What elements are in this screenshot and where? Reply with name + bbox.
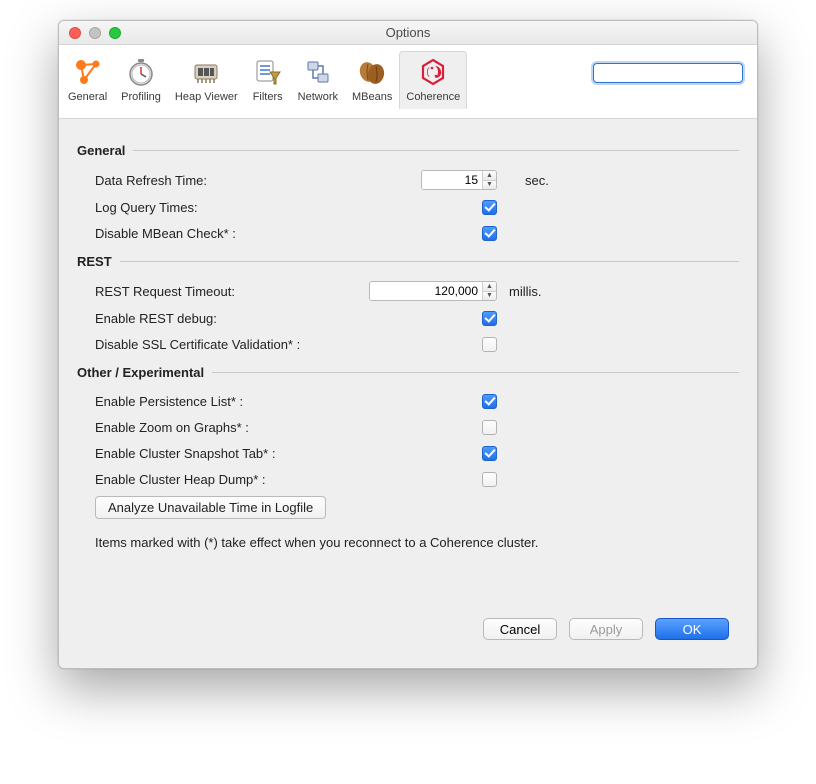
rest-timeout-label: REST Request Timeout: xyxy=(77,284,357,299)
tab-label: Coherence xyxy=(406,91,460,103)
section-title: Other / Experimental xyxy=(77,365,204,380)
tab-label: Filters xyxy=(253,91,283,103)
disable-ssl-label: Disable SSL Certificate Validation* : xyxy=(77,337,357,352)
tab-label: Network xyxy=(298,91,338,103)
window-title: Options xyxy=(59,25,757,40)
spinner-down-icon[interactable]: ▼ xyxy=(483,181,496,190)
tab-mbeans[interactable]: MBeans xyxy=(345,51,399,109)
rest-debug-checkbox[interactable] xyxy=(482,311,497,326)
tab-label: Heap Viewer xyxy=(175,91,238,103)
rest-timeout-spinner[interactable]: ▲ ▼ xyxy=(369,281,497,301)
disable-mbean-checkbox[interactable] xyxy=(482,226,497,241)
search-input[interactable] xyxy=(601,66,756,80)
window-controls xyxy=(59,27,121,39)
minimize-icon[interactable] xyxy=(89,27,101,39)
tab-label: MBeans xyxy=(352,91,392,103)
spinner-down-icon[interactable]: ▼ xyxy=(483,292,496,301)
refresh-time-spinner[interactable]: ▲ ▼ xyxy=(421,170,497,190)
section-other: Other / Experimental xyxy=(77,365,739,380)
refresh-time-unit: sec. xyxy=(497,173,549,188)
filters-icon xyxy=(252,56,284,88)
section-title: REST xyxy=(77,254,112,269)
persistence-checkbox[interactable] xyxy=(482,394,497,409)
tab-profiling[interactable]: Profiling xyxy=(114,51,168,109)
ok-button[interactable]: OK xyxy=(655,618,729,640)
log-query-checkbox[interactable] xyxy=(482,200,497,215)
snapshot-label: Enable Cluster Snapshot Tab* : xyxy=(77,446,357,461)
log-query-label: Log Query Times: xyxy=(77,200,357,215)
section-title: General xyxy=(77,143,125,158)
rest-debug-label: Enable REST debug: xyxy=(77,311,357,326)
heapdump-label: Enable Cluster Heap Dump* : xyxy=(77,472,357,487)
footnote-text: Items marked with (*) take effect when y… xyxy=(77,527,739,550)
spinner-up-icon[interactable]: ▲ xyxy=(483,282,496,292)
search-input-wrapper[interactable] xyxy=(593,63,743,83)
disable-mbean-label: Disable MBean Check* : xyxy=(77,226,357,241)
content-area: General Data Refresh Time: ▲ ▼ sec. Log … xyxy=(59,119,757,668)
close-icon[interactable] xyxy=(69,27,81,39)
stopwatch-icon xyxy=(125,56,157,88)
tab-label: Profiling xyxy=(121,91,161,103)
disable-ssl-checkbox[interactable] xyxy=(482,337,497,352)
apply-button[interactable]: Apply xyxy=(569,618,643,640)
refresh-time-input[interactable] xyxy=(422,171,482,189)
heapdump-checkbox[interactable] xyxy=(482,472,497,487)
memory-chip-icon xyxy=(190,56,222,88)
tab-heap-viewer[interactable]: Heap Viewer xyxy=(168,51,245,109)
dialog-footer: Cancel Apply OK xyxy=(77,550,739,652)
toolbar: General Profiling Heap Viewer Filters xyxy=(59,45,757,119)
tab-network[interactable]: Network xyxy=(291,51,345,109)
tab-label: General xyxy=(68,91,107,103)
cancel-button[interactable]: Cancel xyxy=(483,618,557,640)
beans-icon xyxy=(356,56,388,88)
options-window: Options General Profiling Heap Viewer xyxy=(58,20,758,669)
rest-timeout-unit: millis. xyxy=(497,284,542,299)
network-icon xyxy=(302,56,334,88)
general-icon xyxy=(72,56,104,88)
rest-timeout-input[interactable] xyxy=(370,282,482,300)
titlebar: Options xyxy=(59,21,757,45)
snapshot-checkbox[interactable] xyxy=(482,446,497,461)
zoom-checkbox[interactable] xyxy=(482,420,497,435)
persistence-label: Enable Persistence List* : xyxy=(77,394,357,409)
tab-coherence[interactable]: Coherence xyxy=(399,51,467,109)
refresh-time-label: Data Refresh Time: xyxy=(77,173,357,188)
tab-general[interactable]: General xyxy=(61,51,114,109)
tab-filters[interactable]: Filters xyxy=(245,51,291,109)
maximize-icon[interactable] xyxy=(109,27,121,39)
section-general: General xyxy=(77,143,739,158)
coherence-icon xyxy=(417,56,449,88)
spinner-up-icon[interactable]: ▲ xyxy=(483,171,496,181)
section-rest: REST xyxy=(77,254,739,269)
zoom-label: Enable Zoom on Graphs* : xyxy=(77,420,357,435)
analyze-logfile-button[interactable]: Analyze Unavailable Time in Logfile xyxy=(95,496,326,519)
